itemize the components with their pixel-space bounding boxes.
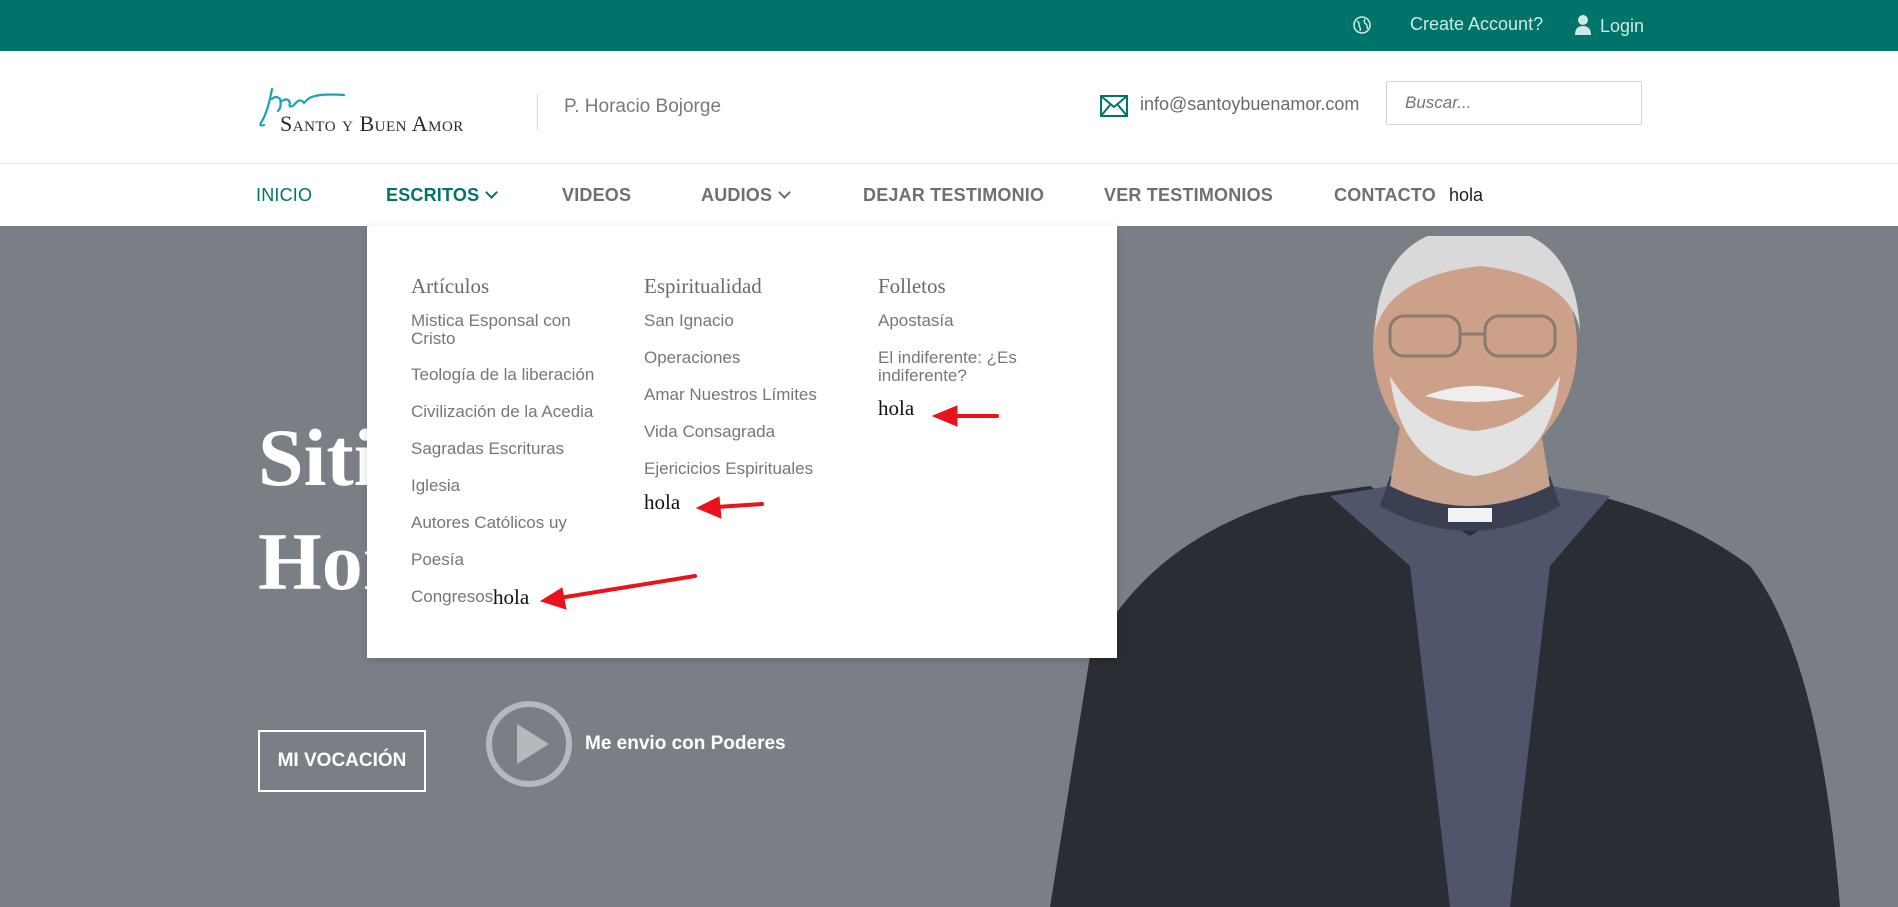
nav-item-label: AUDIOS bbox=[701, 185, 773, 205]
nav-item-contacto[interactable]: CONTACTO bbox=[1334, 185, 1436, 206]
search-input[interactable] bbox=[1386, 81, 1642, 125]
video-label[interactable]: Me envio con Poderes bbox=[585, 733, 786, 755]
arrow-shape bbox=[545, 574, 697, 602]
nav-extra-text: hola bbox=[1449, 185, 1484, 205]
login-link[interactable]: Login bbox=[1600, 16, 1644, 37]
main-nav: INICIO ESCRITOS VIDEOS AUDIOS DEJAR TEST… bbox=[0, 164, 1898, 226]
chevron-down-icon bbox=[778, 186, 792, 199]
header-separator bbox=[537, 94, 538, 130]
nav-item-ver-testimonios[interactable]: VER TESTIMONIOS bbox=[1104, 185, 1273, 206]
priest-photo bbox=[1050, 236, 1840, 907]
nav-item-audios[interactable]: AUDIOS bbox=[701, 185, 792, 206]
site-tagline: P. Horacio Bojorge bbox=[564, 96, 722, 117]
arrow-head bbox=[931, 405, 958, 427]
escritos-dropdown: Artículos Mistica Esponsal con Cristo Te… bbox=[367, 226, 1117, 658]
logo-text[interactable]: Santo y Buen Amor bbox=[280, 111, 464, 137]
arrow-head bbox=[695, 496, 722, 519]
user-icon[interactable] bbox=[1574, 14, 1592, 36]
mail-icon bbox=[1100, 95, 1128, 117]
nav-item-escritos[interactable]: ESCRITOS bbox=[386, 185, 499, 206]
arrow-head bbox=[539, 587, 567, 610]
play-video-icon[interactable] bbox=[485, 700, 573, 788]
mi-vocacion-button[interactable]: MI VOCACIÓN bbox=[258, 730, 426, 792]
nav-item-videos[interactable]: VIDEOS bbox=[562, 185, 631, 206]
nav-item-label: ESCRITOS bbox=[386, 185, 480, 205]
contact-email[interactable]: info@santoybuenamor.com bbox=[1140, 94, 1359, 115]
nav-item-inicio[interactable]: INICIO bbox=[256, 185, 312, 206]
nav-item-dejar-testimonio[interactable]: DEJAR TESTIMONIO bbox=[863, 185, 1044, 206]
annotation-arrows bbox=[539, 405, 999, 610]
globe-icon[interactable] bbox=[1352, 15, 1372, 35]
create-account-link[interactable]: Create Account? bbox=[1410, 14, 1543, 35]
chevron-down-icon bbox=[485, 186, 499, 199]
top-bar: Create Account? Login bbox=[0, 0, 1898, 51]
site-header: Santo y Buen Amor P. Horacio Bojorge inf… bbox=[0, 51, 1898, 164]
